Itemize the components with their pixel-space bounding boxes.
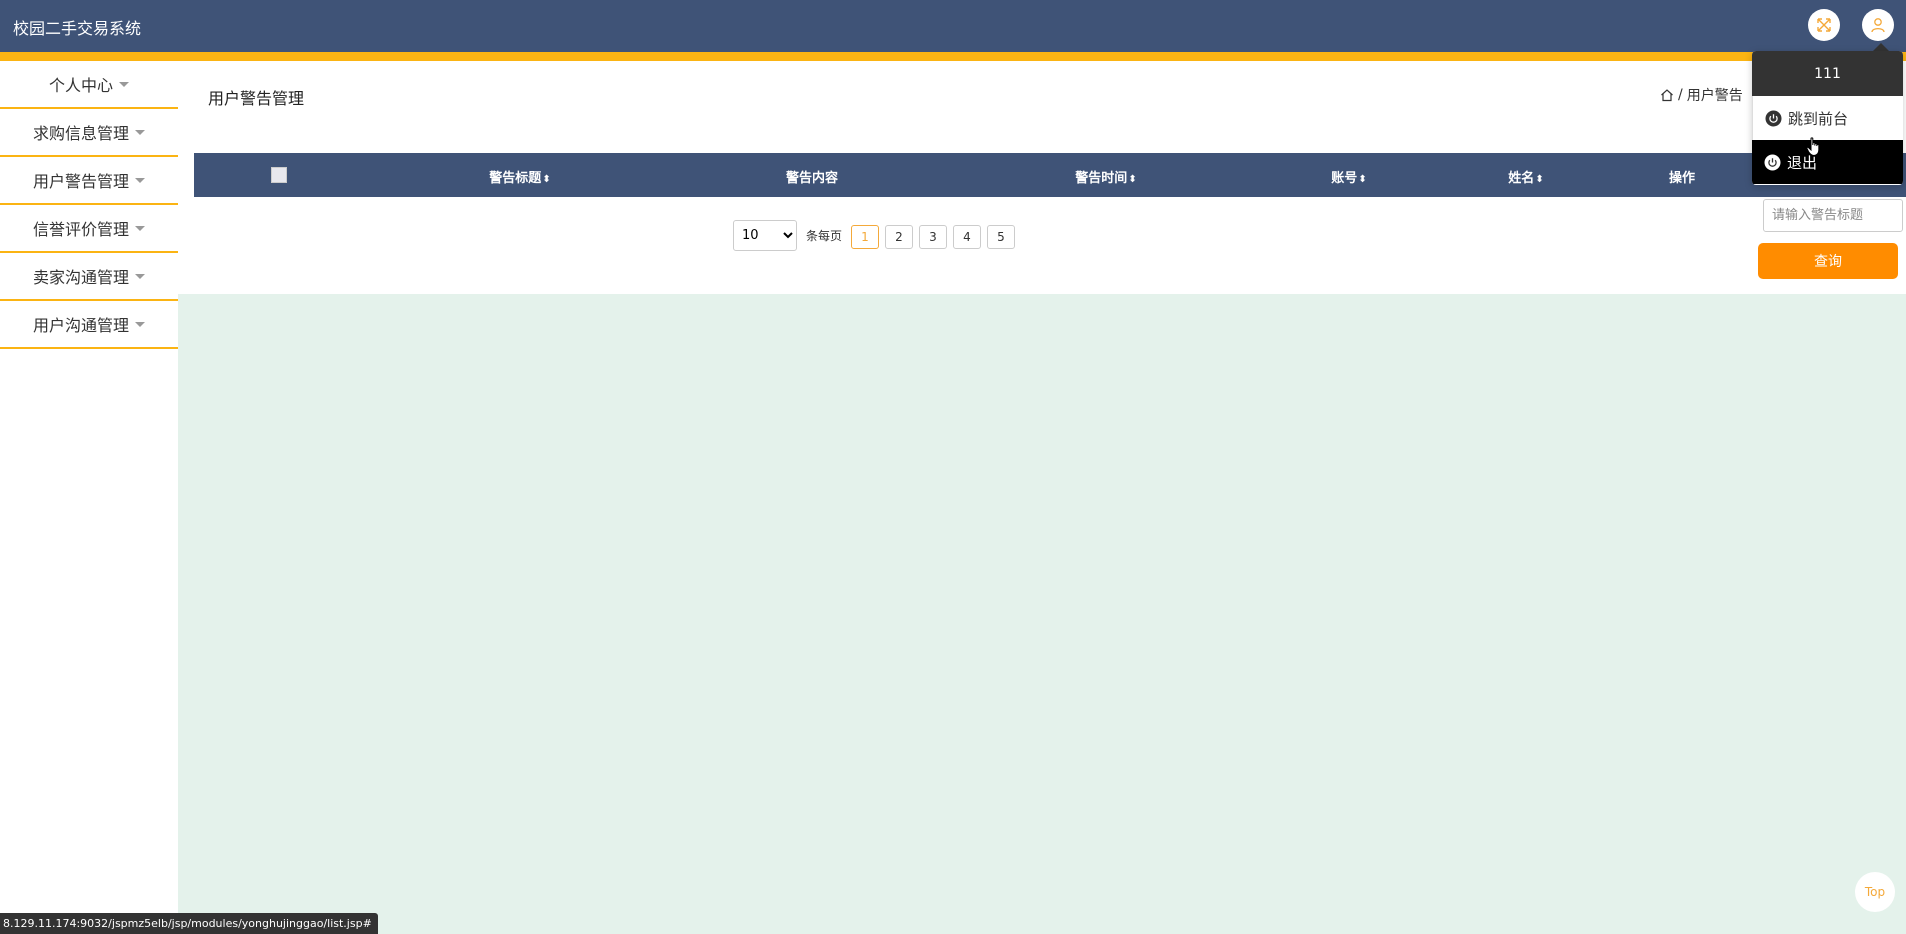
power-icon: [1765, 110, 1782, 127]
sidebar-item-user-communication[interactable]: 用户沟通管理: [0, 301, 178, 349]
warning-title-search-input[interactable]: [1763, 199, 1903, 232]
sidebar-item-label: 卖家沟通管理: [32, 268, 129, 287]
column-header-label: 账号: [1331, 171, 1358, 186]
page-title: 用户警告管理: [208, 89, 305, 108]
search-button[interactable]: 查询: [1758, 243, 1898, 279]
sidebar: 个人中心 求购信息管理 用户警告管理 信誉评价管理 卖家沟通管理 用户沟通管理: [0, 61, 178, 934]
sidebar-item-personal-center[interactable]: 个人中心: [0, 61, 178, 109]
page-button-1[interactable]: 1: [851, 225, 879, 249]
column-header-warning-title[interactable]: 警告标题⬍: [489, 167, 550, 186]
column-header-label: 警告内容: [785, 171, 839, 186]
column-header-account[interactable]: 账号⬍: [1331, 167, 1366, 186]
sidebar-item-label: 用户沟通管理: [32, 316, 129, 335]
top-header-bar: [0, 0, 1906, 52]
logout-menu-item[interactable]: 退出: [1752, 140, 1903, 184]
user-icon: [1871, 18, 1885, 33]
header-accent-stripe: [0, 52, 1906, 61]
table-header: [194, 153, 1906, 197]
breadcrumb: / 用户警告: [1660, 85, 1743, 105]
sidebar-item-purchase-info[interactable]: 求购信息管理: [0, 109, 178, 157]
sort-icon: ⬍: [1128, 174, 1137, 185]
caret-down-icon: [135, 273, 145, 279]
home-icon[interactable]: [1660, 88, 1674, 102]
menu-item-label: 跳到前台: [1788, 109, 1849, 128]
column-header-warning-time[interactable]: 警告时间⬍: [1075, 167, 1136, 186]
sort-icon: ⬍: [542, 174, 551, 185]
sidebar-item-label: 用户警告管理: [32, 172, 129, 191]
column-header-actions: 操作: [1669, 167, 1695, 186]
column-header-warning-content: 警告内容: [786, 167, 838, 186]
select-all-checkbox[interactable]: [271, 167, 287, 183]
per-page-label: 条每页: [806, 229, 843, 243]
back-to-top-button[interactable]: Top: [1855, 872, 1895, 912]
sort-icon: ⬍: [1535, 174, 1544, 185]
sidebar-item-label: 信誉评价管理: [32, 220, 129, 239]
column-header-label: 姓名: [1508, 171, 1535, 186]
dropdown-arrow: [1873, 43, 1889, 51]
column-header-label: 操作: [1668, 171, 1696, 186]
caret-down-icon: [135, 225, 145, 231]
caret-down-icon: [119, 81, 129, 87]
page-size-select[interactable]: 10: [733, 220, 797, 251]
dropdown-username: 111: [1752, 51, 1903, 96]
column-header-label: 警告时间: [1075, 171, 1128, 186]
page-button-2[interactable]: 2: [885, 225, 913, 249]
fullscreen-icon: [1817, 18, 1831, 32]
column-header-name[interactable]: 姓名⬍: [1508, 167, 1543, 186]
sidebar-item-label: 求购信息管理: [32, 124, 129, 143]
caret-down-icon: [135, 177, 145, 183]
go-to-frontend-menu-item[interactable]: 跳到前台: [1752, 96, 1903, 140]
sort-icon: ⬍: [1358, 174, 1367, 185]
sidebar-item-user-warning[interactable]: 用户警告管理: [0, 157, 178, 205]
user-dropdown-menu: 111 跳到前台 退出: [1752, 51, 1903, 185]
sidebar-item-label: 个人中心: [48, 76, 113, 95]
page-button-3[interactable]: 3: [919, 225, 947, 249]
power-icon: [1764, 154, 1781, 171]
breadcrumb-current[interactable]: 用户警告: [1687, 85, 1743, 105]
hand-cursor-icon: [1806, 137, 1820, 157]
sidebar-item-credit-rating[interactable]: 信誉评价管理: [0, 205, 178, 253]
app-title: 校园二手交易系统: [13, 19, 142, 38]
sidebar-item-seller-communication[interactable]: 卖家沟通管理: [0, 253, 178, 301]
page-button-4[interactable]: 4: [953, 225, 981, 249]
fullscreen-button[interactable]: [1808, 9, 1840, 41]
column-header-label: 警告标题: [489, 171, 542, 186]
caret-down-icon: [135, 129, 145, 135]
breadcrumb-separator: /: [1678, 87, 1683, 103]
caret-down-icon: [135, 321, 145, 327]
page-button-5[interactable]: 5: [987, 225, 1015, 249]
user-menu-button[interactable]: [1862, 9, 1894, 41]
status-bar-url: 8.129.11.174:9032/jspmz5elb/jsp/modules/…: [0, 913, 378, 934]
